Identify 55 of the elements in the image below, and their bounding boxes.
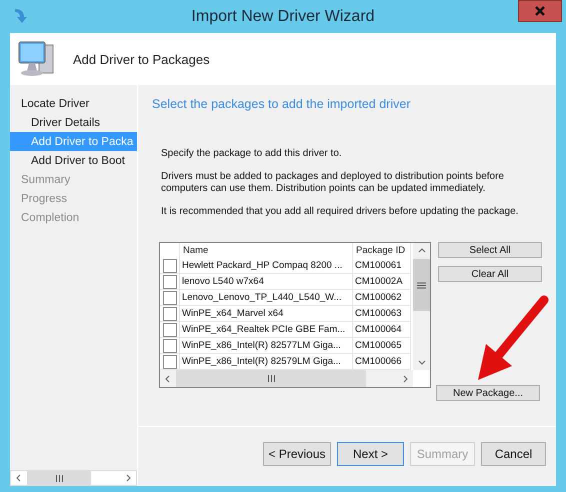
table-cell: CM100061 — [353, 258, 411, 274]
package-row[interactable]: lenovo L540 w7x64 CM10002A — [160, 274, 413, 290]
grip-icon — [417, 282, 426, 288]
wizard-button[interactable]: Cancel — [481, 442, 546, 466]
table-cell: Hewlett Packard_HP Compaq 8200 ... — [180, 258, 353, 274]
horizontal-scrollbar[interactable] — [160, 370, 413, 387]
instruction-text: Drivers must be added to packages and deployed to distribution points before computers can use them. Distribution points can be updated immediately. — [161, 171, 505, 195]
checkbox[interactable] — [162, 290, 176, 304]
step-item[interactable]: Locate Driver — [10, 94, 137, 113]
horizontal-scrollbar[interactable] — [10, 470, 137, 486]
step-item[interactable]: Add Driver to Boot — [10, 151, 137, 170]
wizard-button[interactable]: Next > — [337, 442, 404, 466]
checkbox[interactable] — [162, 322, 176, 336]
vertical-scrollbar[interactable] — [413, 243, 430, 370]
checkbox[interactable] — [162, 274, 176, 288]
table-cell: WinPE_x64_Realtek PCIe GBE Fam... — [180, 322, 353, 338]
checkbox[interactable] — [162, 306, 176, 320]
app-icon — [13, 7, 29, 25]
scroll-right-icon[interactable] — [124, 474, 132, 482]
list-button[interactable]: Clear All — [438, 266, 542, 282]
table-cell: CM100065 — [353, 338, 411, 354]
new-package-button[interactable]: New Package... — [436, 385, 540, 401]
instruction-text: It is recommended that you add all required drivers before updating the package. — [161, 206, 520, 218]
window-title: Import New Driver Wizard — [190, 8, 376, 26]
wizard-button[interactable]: < Previous — [263, 442, 331, 466]
table-cell: CM100064 — [353, 322, 411, 338]
grip-icon — [54, 474, 64, 482]
table-cell: CM10002A — [353, 274, 411, 290]
table-cell: lenovo L540 w7x64 — [180, 274, 353, 290]
package-row[interactable]: WinPE_x64_Marvel x64 CM100063 — [160, 306, 413, 322]
scroll-left-icon[interactable] — [15, 474, 23, 482]
table-cell: WinPE_x86_Intel(R) 82577LM Giga... — [180, 338, 353, 354]
table-cell: CM100062 — [353, 290, 411, 306]
list-button[interactable]: Select All — [438, 242, 542, 258]
close-button[interactable] — [518, 0, 562, 22]
grip-icon — [266, 375, 276, 382]
section-heading: Select the packages to add the imported driver — [152, 97, 412, 111]
checkbox[interactable] — [162, 338, 176, 352]
close-icon — [534, 5, 546, 17]
step-item[interactable]: Driver Details — [10, 113, 137, 132]
table-cell: WinPE_x64_Marvel x64 — [180, 306, 353, 322]
checkbox[interactable] — [162, 258, 176, 272]
package-row[interactable]: Lenovo_Lenovo_TP_L440_L540_W... CM100062 — [160, 290, 413, 306]
table-cell: Lenovo_Lenovo_TP_L440_L540_W... — [180, 290, 353, 306]
table-cell: CM100063 — [353, 306, 411, 322]
package-row[interactable]: WinPE_x86_Intel(R) 82577LM Giga... CM100065 — [160, 338, 413, 354]
scroll-right-icon[interactable] — [401, 374, 409, 382]
scroll-down-icon[interactable] — [418, 358, 426, 366]
scroll-left-icon[interactable] — [164, 374, 172, 382]
scroll-up-icon[interactable] — [418, 247, 426, 255]
checkbox[interactable] — [162, 354, 176, 368]
instruction-text: Specify the package to add this driver to. — [161, 148, 343, 160]
package-row[interactable]: WinPE_x64_Realtek PCIe GBE Fam... CM100064 — [160, 322, 413, 338]
page-title: Add Driver to Packages — [73, 52, 210, 66]
package-row[interactable]: Hewlett Packard_HP Compaq 8200 ... CM100061 — [160, 258, 413, 274]
